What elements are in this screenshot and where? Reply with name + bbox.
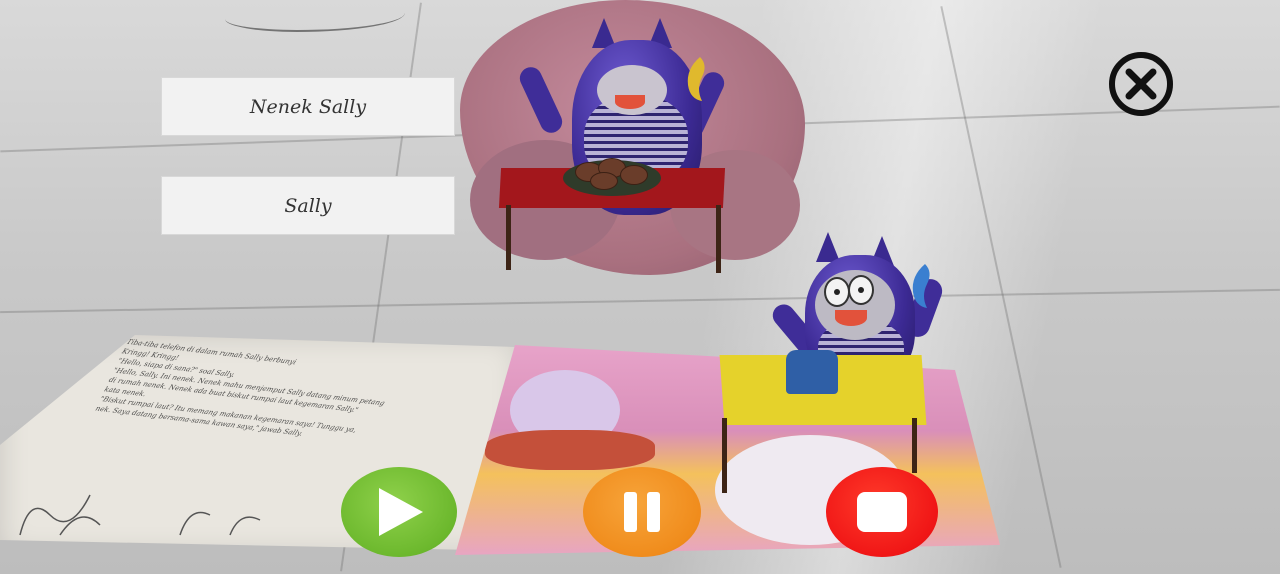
sally-eye	[848, 275, 874, 305]
cookie	[620, 165, 648, 185]
stop-button[interactable]	[826, 467, 938, 557]
cable	[225, 0, 405, 32]
cookie	[590, 172, 618, 190]
choice-button-nenek-sally[interactable]: Nenek Sally	[161, 77, 455, 136]
table-leg	[506, 205, 511, 270]
grandma-mouth	[615, 95, 645, 109]
pause-icon	[619, 492, 665, 532]
sally-ear	[816, 232, 840, 262]
table-leg	[716, 205, 721, 273]
phone-handset-icon	[687, 57, 705, 101]
telephone-icon	[786, 350, 838, 394]
play-icon	[379, 488, 423, 536]
sally-eye	[824, 277, 850, 307]
seaweed-illustration	[19, 494, 261, 536]
close-button[interactable]	[1108, 51, 1174, 117]
table-leg	[722, 418, 727, 493]
stop-icon	[857, 492, 907, 532]
sally-mouth	[835, 310, 867, 326]
play-button[interactable]	[341, 467, 457, 557]
close-x-circle-icon	[1109, 52, 1173, 116]
floor-seam	[0, 288, 1280, 314]
table-leg	[912, 418, 917, 473]
pause-button[interactable]	[583, 467, 701, 557]
choice-button-sally[interactable]: Sally	[161, 176, 455, 235]
phone-handset-icon	[912, 264, 930, 308]
illustration-table	[485, 430, 655, 470]
